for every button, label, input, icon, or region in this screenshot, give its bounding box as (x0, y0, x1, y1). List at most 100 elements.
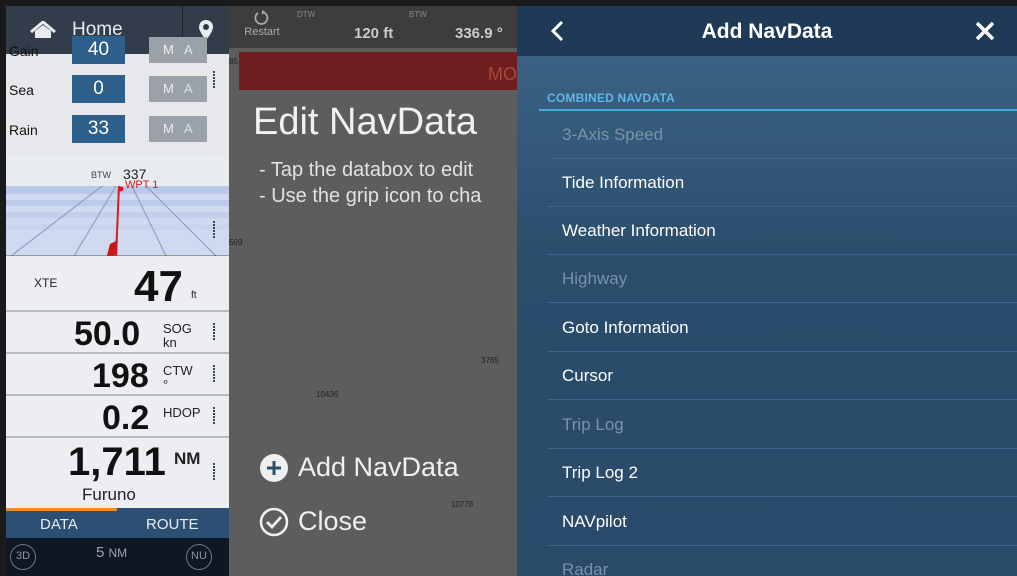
control-label: Rain (9, 122, 38, 138)
gain-value[interactable]: 40 (72, 36, 125, 64)
hdop-value: 0.2 (102, 399, 150, 437)
list-item-label: Highway (562, 269, 628, 288)
auto-label: A (184, 42, 193, 57)
hdop-label: HDOP (163, 405, 201, 420)
mode-label: M (163, 81, 174, 96)
chart-depth-label: 85 (229, 57, 238, 66)
list-item: Radar (547, 546, 1017, 576)
restart-label: Restart (244, 26, 280, 38)
sea-value[interactable]: 0 (72, 75, 125, 103)
orientation-button[interactable]: NU (186, 544, 212, 570)
hdop-databox[interactable]: 0.2 HDOP (6, 396, 229, 438)
grip-icon[interactable] (213, 322, 219, 341)
restart-button[interactable]: Restart (237, 10, 287, 38)
list-item-label: Tide Information (562, 173, 685, 192)
list-item-label: Radar (562, 560, 609, 576)
list-item-label: Trip Log 2 (562, 463, 638, 482)
list-item-label: Goto Information (562, 318, 689, 337)
list-item[interactable]: Goto Information (547, 304, 1017, 352)
grip-icon[interactable] (213, 364, 219, 383)
xte-unit: ft (191, 290, 197, 301)
waypoint-label: WPT 1 (125, 179, 159, 191)
data-panel: Home Gain 40 M A Sea 0 M A Rain 33 M A B… (6, 6, 229, 576)
page-title: Edit NavData (253, 101, 477, 143)
tab-data[interactable]: DATA (40, 516, 78, 533)
bottom-bar: 3D 5 NM NU (6, 538, 229, 576)
gain-mode-toggle[interactable]: M A (149, 37, 207, 63)
list-item-label: Trip Log (562, 415, 624, 434)
close-label: Close (298, 506, 368, 536)
range-scale[interactable]: 5 NM (96, 544, 127, 561)
list-item-label: 3-Axis Speed (562, 125, 664, 144)
control-label: Sea (9, 82, 34, 98)
add-navdata-panel: Add NavData COMBINED NAVDATA 3-Axis Spee… (517, 6, 1017, 576)
sog-databox[interactable]: 50.0 SOG kn (6, 312, 229, 354)
active-tab-indicator (6, 508, 117, 511)
sea-mode-toggle[interactable]: M A (149, 76, 207, 102)
screen: Home Gain 40 M A Sea 0 M A Rain 33 M A B… (0, 0, 1017, 576)
distance-databox[interactable]: 1,711 NM Furuno (6, 438, 229, 508)
sog-unit: kn (163, 335, 177, 350)
panel-title: Add NavData (701, 20, 833, 43)
list-item[interactable]: Cursor (547, 352, 1017, 400)
list-item[interactable]: NAVpilot (547, 498, 1017, 546)
mode-label: M (163, 42, 174, 57)
list-item: Trip Log (547, 401, 1017, 449)
list-item[interactable]: Tide Information (547, 159, 1017, 207)
xte-value: 47 (134, 262, 183, 311)
grip-icon[interactable] (213, 220, 219, 239)
panel-header: Add NavData (517, 6, 1017, 56)
info-bar: Restart DTW 120 ft BTW 336.9 ° (229, 6, 517, 48)
grip-icon[interactable] (213, 70, 219, 89)
scale-value: 5 (96, 544, 105, 561)
close-button[interactable]: Close (259, 506, 367, 537)
list-item[interactable]: Trip Log 2 (547, 449, 1017, 497)
check-circle-icon (259, 507, 289, 536)
add-circle-icon (260, 453, 288, 482)
list-item-label: Cursor (562, 366, 614, 385)
chart-depth-label: 10436 (316, 390, 339, 399)
alert-banner-text: MO (488, 64, 517, 84)
instruction-tip: - Use the grip icon to cha (259, 185, 482, 207)
ctw-unit: ° (163, 377, 169, 392)
xte-label: XTE (34, 276, 58, 290)
grip-icon[interactable] (213, 462, 219, 481)
add-navdata-button[interactable]: Add NavData (259, 452, 459, 483)
tab-route[interactable]: ROUTE (146, 516, 199, 533)
rain-mode-toggle[interactable]: M A (149, 116, 207, 142)
view-3d-button[interactable]: 3D (10, 544, 36, 570)
rain-value[interactable]: 33 (72, 115, 125, 143)
auto-label: A (184, 121, 193, 136)
close-icon[interactable] (974, 20, 996, 42)
highway-databox[interactable]: BTW 337 WPT 1 (6, 156, 229, 256)
highway-graphic (6, 185, 229, 256)
add-navdata-label: Add NavData (298, 452, 459, 482)
dtw-value: 120 ft (354, 25, 394, 42)
mode-label: M (163, 121, 174, 136)
ctw-label: CTW (163, 363, 193, 378)
distance-name: Furuno (82, 485, 136, 504)
chart-depth-label: 569 (229, 238, 243, 247)
instruction-tip: - Tap the databox to edit (259, 159, 474, 181)
xte-databox[interactable]: XTE 47 ft (6, 256, 229, 312)
panel-tabs: DATA ROUTE (6, 508, 229, 538)
list-item: Highway (547, 255, 1017, 303)
btw-label: BTW (409, 10, 427, 19)
distance-unit: NM (174, 449, 201, 468)
btw-value: 336.9 ° (455, 25, 503, 42)
restart-icon (254, 10, 269, 25)
edit-navdata-overlay: Restart DTW 120 ft BTW 336.9 ° MO 85 569… (229, 6, 517, 576)
scale-unit: NM (108, 546, 128, 560)
ctw-databox[interactable]: 198 CTW ° (6, 354, 229, 396)
grip-icon[interactable] (213, 406, 219, 425)
list-item: 3-Axis Speed (547, 111, 1017, 159)
list-item[interactable]: Weather Information (547, 207, 1017, 255)
dtw-label: DTW (297, 10, 316, 19)
sog-label: SOG (163, 321, 192, 336)
distance-value: 1,711 (68, 440, 166, 484)
alert-banner: MO (239, 52, 517, 90)
btw-label: BTW (91, 170, 111, 180)
navdata-list: COMBINED NAVDATA 3-Axis Speed Tide Infor… (517, 56, 1017, 576)
section-header: COMBINED NAVDATA (547, 91, 675, 105)
control-row-rain: Rain 33 M A (6, 115, 229, 145)
